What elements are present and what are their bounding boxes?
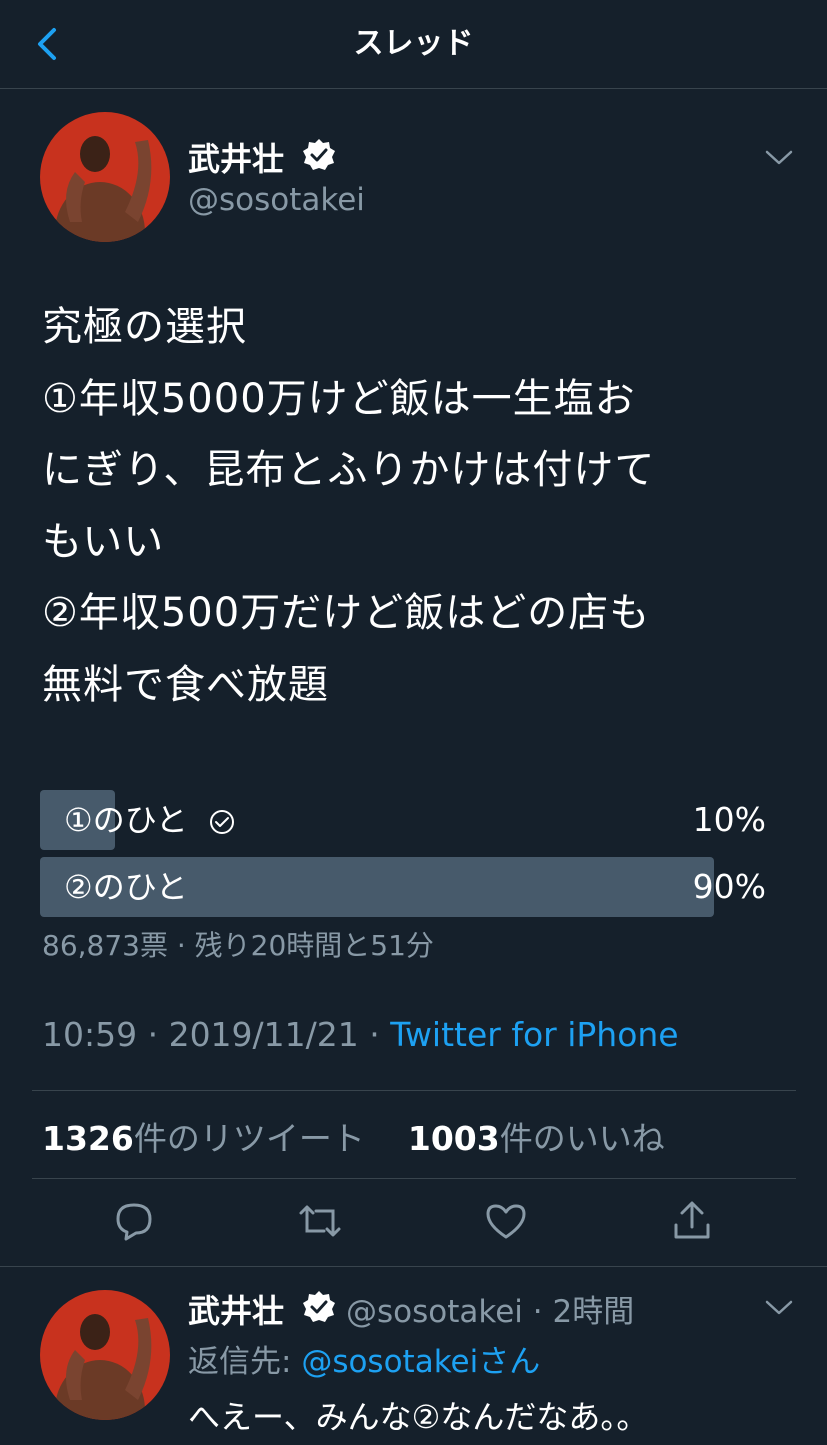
reply-avatar[interactable]: [40, 1290, 170, 1420]
poll-option-2: ②のひと 90%: [40, 857, 770, 917]
reply-text: へえー、みんな②なんだなあ。。: [188, 1398, 649, 1436]
poll-option-1: ①のひと 10%: [40, 790, 770, 850]
tweet-timestamp: 10:59 · 2019/11/21 · Twitter for iPhone: [42, 1015, 679, 1054]
reply-to-mention[interactable]: @sosotakeiさん: [301, 1344, 540, 1380]
likes-stat[interactable]: 1003件のいいね: [408, 1119, 665, 1158]
page-title: スレッド: [353, 26, 474, 61]
reply-to: 返信先: @sosotakeiさん: [188, 1344, 541, 1380]
tweet-stats: 1326件のリツイート 1003件のいいね: [42, 1112, 665, 1160]
like-icon: [486, 1204, 526, 1239]
reply-author-name[interactable]: 武井壮: [188, 1286, 284, 1332]
verified-badge-icon: [302, 1290, 336, 1324]
verified-badge-icon: [302, 138, 336, 172]
poll-meta: 86,873票 · 残り20時間と51分: [42, 929, 434, 962]
tweet-menu-button[interactable]: [764, 148, 794, 168]
reply-icon: [116, 1203, 152, 1241]
poll-option-label: ①のひと: [64, 801, 188, 839]
divider: [32, 1090, 796, 1091]
timestamp-text: 10:59 · 2019/11/21 ·: [42, 1015, 391, 1054]
chevron-down-icon: [765, 150, 793, 165]
poll-option-label: ②のひと: [64, 868, 188, 906]
author-handle[interactable]: @sosotakei: [188, 182, 365, 218]
retweet-icon: [299, 1205, 341, 1237]
reply-handle-time[interactable]: @sosotakei · 2時間: [346, 1286, 634, 1331]
avatar[interactable]: [40, 112, 170, 242]
check-circle-icon: [209, 810, 234, 834]
poll-percent: 90%: [692, 867, 766, 906]
reply-menu-button[interactable]: [764, 1298, 794, 1318]
retweet-button[interactable]: [296, 1197, 344, 1245]
like-button[interactable]: [482, 1197, 530, 1245]
divider: [32, 1178, 796, 1179]
tweet-text: 究極の選択 ①年収5000万けど飯は一生塩お にぎり、昆布とふりかけは付けて も…: [42, 304, 656, 708]
share-icon: [674, 1201, 710, 1239]
divider: [0, 1266, 827, 1267]
author-name[interactable]: 武井壮: [188, 134, 284, 180]
share-button[interactable]: [668, 1197, 716, 1245]
source-link[interactable]: Twitter for iPhone: [390, 1015, 678, 1054]
chevron-down-icon: [765, 1300, 793, 1315]
retweets-stat[interactable]: 1326件のリツイート: [42, 1119, 365, 1158]
poll-percent: 10%: [692, 800, 766, 839]
reply-button[interactable]: [110, 1197, 158, 1245]
